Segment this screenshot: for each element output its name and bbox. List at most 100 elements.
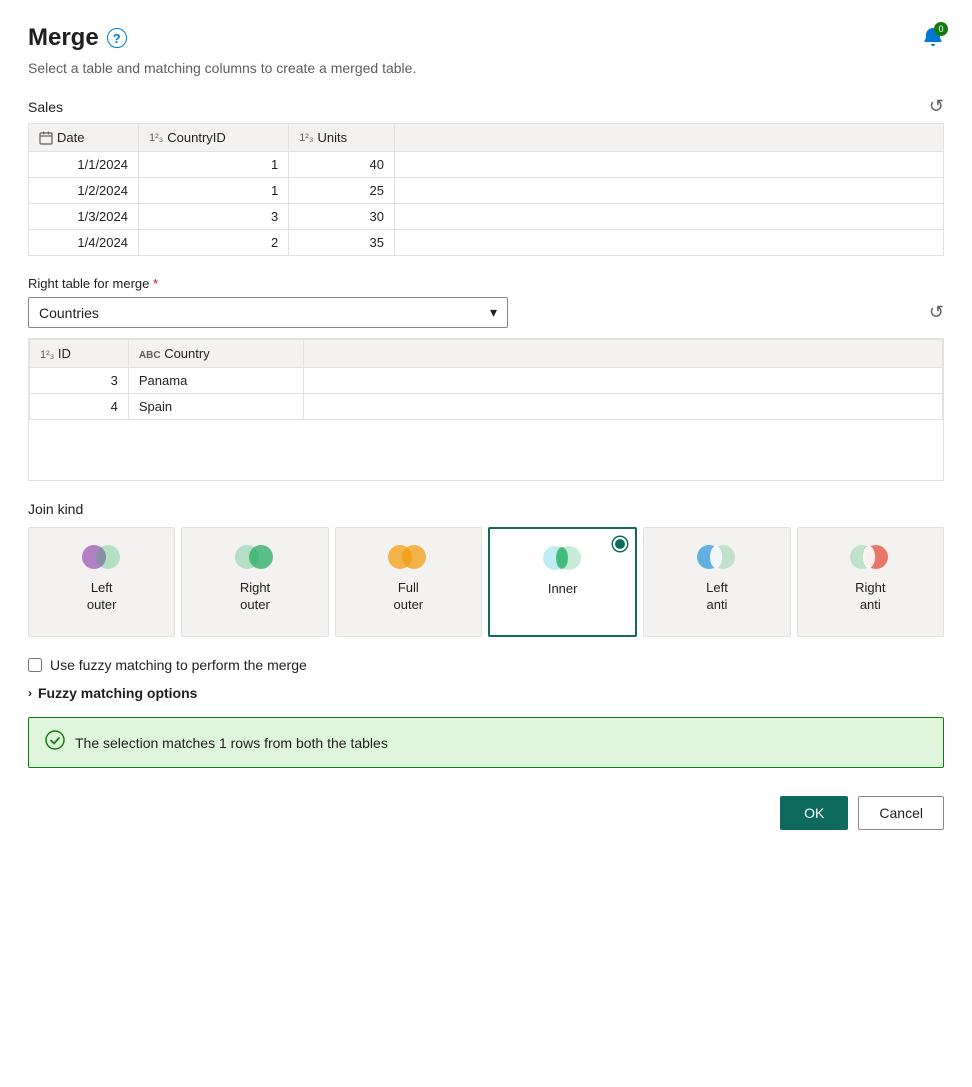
join-icon-right-outer: [233, 542, 277, 572]
title-row: Merge ?: [28, 24, 127, 52]
sales-col-date[interactable]: Date: [29, 124, 139, 152]
empty-cell: [303, 368, 942, 394]
date-col-label: Date: [57, 130, 84, 145]
right-table-section: Right table for merge * Countries ▾ ↺ 1²…: [28, 276, 944, 481]
countryid-cell: 1: [138, 178, 288, 204]
calendar-icon: [39, 131, 53, 145]
success-banner: The selection matches 1 rows from both t…: [28, 717, 944, 768]
countryid-cell: 3: [138, 204, 288, 230]
countries-col-id[interactable]: 1²₃ ID: [30, 340, 129, 368]
join-label-full-outer: Fullouter: [394, 580, 424, 614]
countries-col-empty: [303, 340, 942, 368]
countries-table-wrap: 1²₃ ID ABC Country 3 Panama: [28, 338, 944, 481]
footer-buttons: OK Cancel: [28, 796, 944, 830]
fuzzy-checkbox-row: Use fuzzy matching to perform the merge: [28, 657, 944, 673]
success-message: The selection matches 1 rows from both t…: [75, 735, 388, 751]
id-cell: 3: [30, 368, 129, 394]
join-label-left-outer: Leftouter: [87, 580, 117, 614]
chevron-down-icon: ▾: [490, 304, 497, 321]
join-option-left-outer[interactable]: Leftouter: [28, 527, 175, 637]
success-check-icon: [45, 730, 65, 755]
123-icon-countryid: 1²₃: [149, 132, 163, 144]
join-icon-full-outer: [386, 542, 430, 572]
join-kind-label: Join kind: [28, 501, 944, 517]
right-table-field-label: Right table for merge *: [28, 276, 944, 291]
page-header: Merge ? 0: [28, 24, 944, 52]
table-row[interactable]: 1/3/2024 3 30: [29, 204, 944, 230]
notification-icon-wrap[interactable]: 0: [922, 26, 944, 51]
units-cell: 35: [289, 230, 395, 256]
countryid-cell: 2: [138, 230, 288, 256]
sales-col-empty: [395, 124, 944, 152]
empty-cell: [395, 152, 944, 178]
countries-table: 1²₃ ID ABC Country 3 Panama: [29, 339, 943, 420]
join-kind-section: Join kind Leftouter Rightouter Fullouter…: [28, 501, 944, 637]
join-label-inner: Inner: [548, 581, 578, 598]
date-cell: 1/3/2024: [29, 204, 139, 230]
join-option-left-anti[interactable]: Leftanti: [643, 527, 790, 637]
empty-cell: [395, 230, 944, 256]
date-cell: 1/2/2024: [29, 178, 139, 204]
table-row[interactable]: 1/4/2024 2 35: [29, 230, 944, 256]
table-row[interactable]: 3 Panama: [30, 368, 943, 394]
id-col-label: ID: [58, 346, 71, 361]
right-table-dropdown[interactable]: Countries ▾: [28, 297, 508, 328]
cancel-button[interactable]: Cancel: [858, 796, 944, 830]
units-cell: 40: [289, 152, 395, 178]
fuzzy-checkbox[interactable]: [28, 658, 42, 672]
join-label-right-anti: Rightanti: [855, 580, 885, 614]
join-option-inner[interactable]: Inner: [488, 527, 637, 637]
dropdown-wrap: Countries ▾ ↺: [28, 297, 944, 328]
abc-icon-country: ABC: [139, 350, 161, 361]
countryid-cell: 1: [138, 152, 288, 178]
notification-badge: 0: [934, 22, 948, 36]
id-cell: 4: [30, 394, 129, 420]
join-kind-options: Leftouter Rightouter Fullouter Inner Lef…: [28, 527, 944, 637]
units-col-label: Units: [317, 130, 347, 145]
countryid-col-label: CountryID: [167, 130, 226, 145]
sales-section-label: Sales ↺: [28, 96, 944, 117]
join-icon-inner: [541, 543, 585, 573]
page-title: Merge: [28, 24, 99, 52]
123-icon-id: 1²₃: [40, 349, 54, 361]
join-label-right-outer: Rightouter: [240, 580, 270, 614]
ok-button[interactable]: OK: [780, 796, 848, 830]
empty-cell: [395, 178, 944, 204]
join-option-right-outer[interactable]: Rightouter: [181, 527, 328, 637]
selected-indicator: [613, 537, 627, 551]
countries-col-country[interactable]: ABC Country: [128, 340, 303, 368]
fuzzy-options-label: Fuzzy matching options: [38, 685, 197, 701]
join-icon-left-outer: [80, 542, 124, 572]
subtitle: Select a table and matching columns to c…: [28, 60, 944, 76]
table-row[interactable]: 4 Spain: [30, 394, 943, 420]
table-row[interactable]: 1/1/2024 1 40: [29, 152, 944, 178]
required-star: *: [153, 276, 158, 291]
countries-table-spacer: [29, 420, 943, 480]
sales-label: Sales: [28, 99, 63, 115]
country-col-label: Country: [164, 346, 210, 361]
empty-cell: [303, 394, 942, 420]
units-cell: 30: [289, 204, 395, 230]
units-cell: 25: [289, 178, 395, 204]
sales-refresh-button[interactable]: ↺: [929, 96, 944, 117]
fuzzy-section: Use fuzzy matching to perform the merge …: [28, 657, 944, 701]
join-option-right-anti[interactable]: Rightanti: [797, 527, 944, 637]
join-option-full-outer[interactable]: Fullouter: [335, 527, 482, 637]
join-label-left-anti: Leftanti: [706, 580, 728, 614]
date-cell: 1/4/2024: [29, 230, 139, 256]
dropdown-value: Countries: [39, 305, 99, 321]
sales-table: Date 1²₃ CountryID 1²₃ Units 1/1/2024 1 …: [28, 123, 944, 256]
fuzzy-checkbox-label[interactable]: Use fuzzy matching to perform the merge: [50, 657, 307, 673]
table-row[interactable]: 1/2/2024 1 25: [29, 178, 944, 204]
sales-col-units[interactable]: 1²₃ Units: [289, 124, 395, 152]
date-cell: 1/1/2024: [29, 152, 139, 178]
chevron-right-icon: ›: [28, 686, 32, 700]
sales-col-countryid[interactable]: 1²₃ CountryID: [138, 124, 288, 152]
right-table-refresh-button[interactable]: ↺: [929, 302, 944, 323]
join-icon-left-anti: [695, 542, 739, 572]
join-icon-right-anti: [848, 542, 892, 572]
country-cell: Spain: [128, 394, 303, 420]
123-icon-units: 1²₃: [299, 132, 313, 144]
fuzzy-options-row[interactable]: › Fuzzy matching options: [28, 685, 944, 701]
help-icon[interactable]: ?: [107, 28, 127, 48]
